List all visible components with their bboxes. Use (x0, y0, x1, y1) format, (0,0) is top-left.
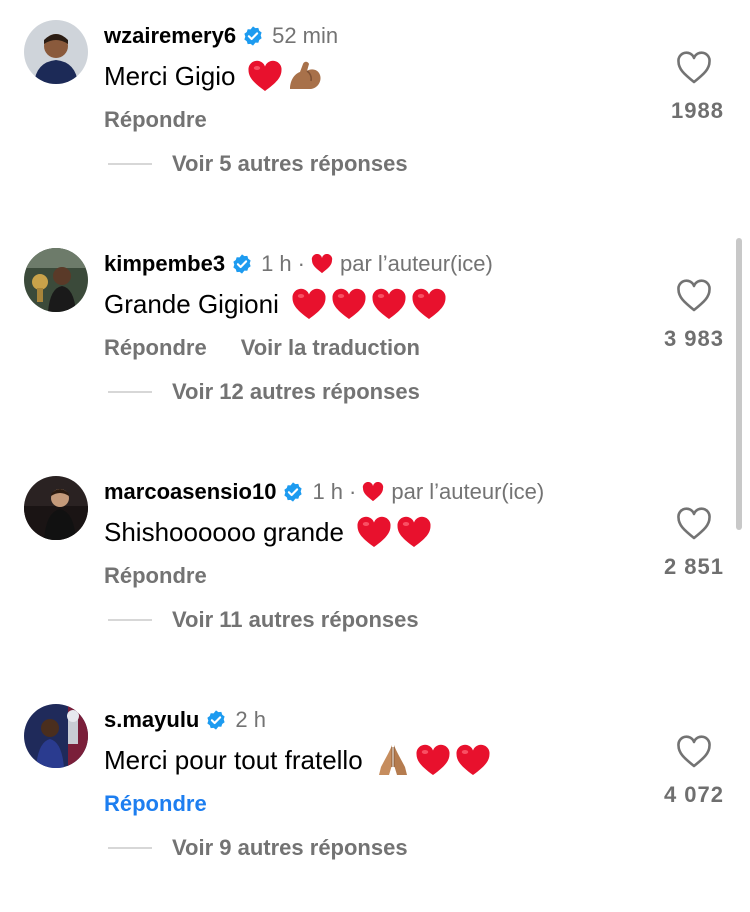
comment-header: marcoasensio10 1 h · par l’auteur(ice) (104, 474, 544, 510)
red-heart-icon (411, 287, 447, 321)
like-count: 2 851 (663, 554, 724, 579)
verified-badge-icon (231, 253, 253, 275)
view-replies-button[interactable]: Voir 12 autres réponses (108, 374, 420, 410)
like-heart-icon[interactable] (674, 504, 714, 544)
author-liked-heart-icon (311, 254, 333, 274)
comment-text: Shishoooooo grande (104, 512, 436, 552)
like-count: 4 072 (663, 782, 724, 807)
comment-text: Merci Gigio (104, 56, 327, 96)
separator-dot: · (297, 251, 305, 276)
avatar[interactable] (24, 476, 88, 540)
comment-item: wzairemery6 52 min Merci Gigio Répondre … (0, 0, 750, 228)
view-replies-button[interactable]: Voir 9 autres réponses (108, 830, 408, 866)
red-heart-icon (247, 59, 283, 93)
author-liked-heart-icon (362, 482, 384, 502)
comment-time: 2 h (235, 707, 266, 732)
username[interactable]: marcoasensio10 (104, 479, 276, 505)
like-count: 1988 (671, 98, 724, 123)
avatar[interactable] (24, 248, 88, 312)
red-heart-icon (396, 515, 432, 549)
view-replies-button[interactable]: Voir 11 autres réponses (108, 602, 419, 638)
verified-badge-icon (242, 25, 264, 47)
view-replies-label: Voir 11 autres réponses (172, 607, 419, 632)
comment-text-content: Merci Gigio (104, 60, 236, 91)
liked-by-author-label: par l’auteur(ice) (391, 479, 545, 504)
comment-item: kimpembe3 1 h · par l’auteur(ice) Grande… (0, 228, 750, 456)
red-heart-icon (415, 743, 451, 777)
replies-divider-line (108, 163, 152, 165)
view-replies-button[interactable]: Voir 5 autres réponses (108, 146, 408, 182)
avatar[interactable] (24, 704, 88, 768)
username[interactable]: s.mayulu (104, 707, 199, 733)
comment-emojis (356, 515, 436, 549)
replies-divider-line (108, 847, 152, 849)
comment-time: 52 min (272, 23, 339, 48)
red-heart-icon (455, 743, 491, 777)
comment-time: 1 h (261, 251, 292, 276)
username[interactable]: kimpembe3 (104, 251, 225, 277)
translate-button[interactable]: Voir la traduction (241, 335, 420, 361)
separator-dot: · (349, 479, 357, 504)
reply-button[interactable]: Répondre (104, 791, 207, 817)
like-heart-icon[interactable] (674, 732, 714, 772)
comment-text-content: Merci pour tout fratello (104, 744, 363, 775)
comment-actions: Répondre (104, 786, 207, 822)
red-heart-icon (291, 287, 327, 321)
comment-emojis (291, 287, 451, 321)
liked-by-author-label: par l’auteur(ice) (339, 251, 493, 276)
replies-divider-line (108, 619, 152, 621)
username[interactable]: wzairemery6 (104, 23, 236, 49)
like-heart-icon[interactable] (674, 48, 714, 88)
comment-header: kimpembe3 1 h · par l’auteur(ice) (104, 246, 493, 282)
comment-item: s.mayulu 2 h Merci pour tout fratello Ré… (0, 684, 750, 912)
reply-button[interactable]: Répondre (104, 563, 207, 589)
verified-badge-icon (282, 481, 304, 503)
scrollbar[interactable] (736, 238, 742, 530)
like-heart-icon[interactable] (674, 276, 714, 316)
comment-actions: Répondre (104, 102, 207, 138)
comment-item: marcoasensio10 1 h · par l’auteur(ice) S… (0, 456, 750, 684)
comment-text-content: Grande Gigioni (104, 288, 279, 319)
comment-time: 1 h (312, 479, 344, 504)
folded-hands-icon (375, 743, 411, 777)
view-replies-label: Voir 5 autres réponses (172, 151, 408, 176)
flexed-biceps-icon (287, 59, 323, 93)
comment-actions: Répondre Voir la traduction (104, 330, 420, 366)
comment-header: wzairemery6 52 min (104, 18, 338, 54)
red-heart-icon (371, 287, 407, 321)
comment-emojis (375, 743, 495, 777)
reply-button[interactable]: Répondre (104, 107, 207, 133)
comment-text: Grande Gigioni (104, 284, 451, 324)
red-heart-icon (356, 515, 392, 549)
comment-emojis (247, 59, 327, 93)
reply-button[interactable]: Répondre (104, 335, 207, 361)
replies-divider-line (108, 391, 152, 393)
comment-text-content: Shishoooooo grande (104, 516, 344, 547)
view-replies-label: Voir 9 autres réponses (172, 835, 408, 860)
comment-actions: Répondre (104, 558, 207, 594)
red-heart-icon (331, 287, 367, 321)
avatar[interactable] (24, 20, 88, 84)
like-count: 3 983 (663, 326, 724, 351)
comment-text: Merci pour tout fratello (104, 740, 495, 780)
view-replies-label: Voir 12 autres réponses (172, 379, 420, 404)
verified-badge-icon (205, 709, 227, 731)
comment-header: s.mayulu 2 h (104, 702, 266, 738)
